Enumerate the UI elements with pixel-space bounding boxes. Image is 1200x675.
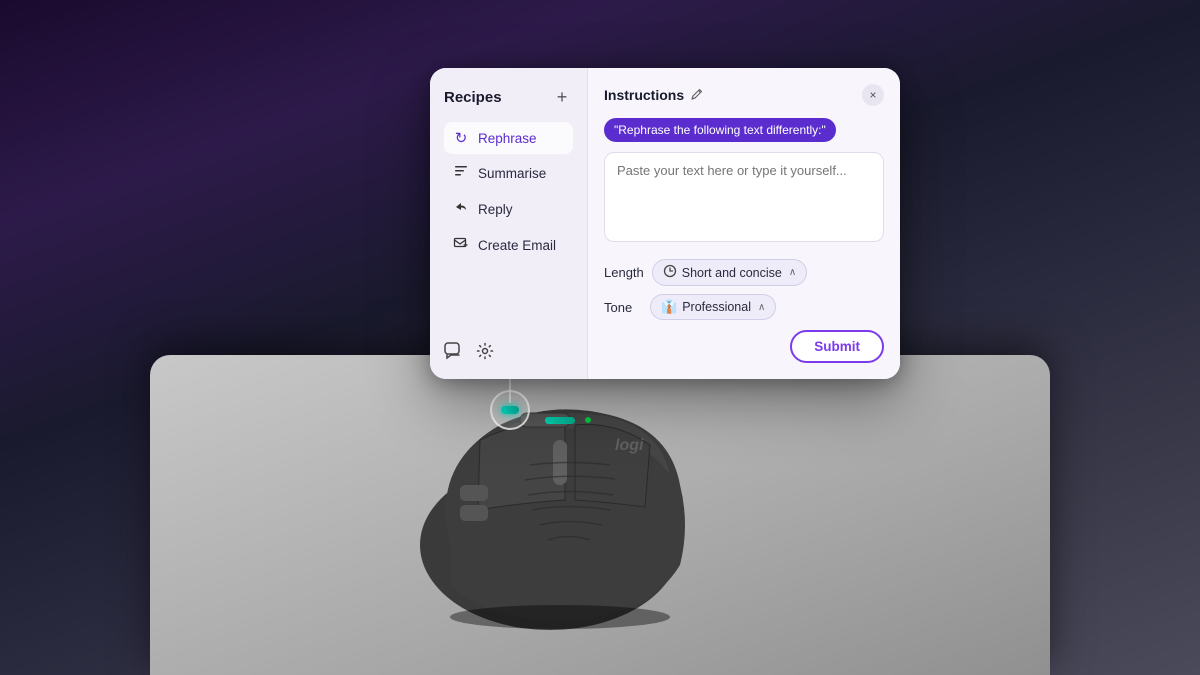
svg-text:logi: logi [615, 437, 644, 454]
connector-circle [490, 390, 530, 430]
reply-icon [452, 199, 470, 219]
instructions-title: Instructions [604, 87, 684, 103]
recipe-label-reply: Reply [478, 202, 513, 217]
recipes-header: Recipes + [444, 86, 573, 108]
recipe-label-rephrase: Rephrase [478, 131, 537, 146]
length-chevron: ∧ [789, 267, 796, 278]
instructions-title-row: Instructions [604, 87, 704, 104]
chat-icon[interactable] [444, 342, 464, 365]
recipes-panel: Recipes + ↻ Rephrase Summarise [430, 68, 588, 379]
prompt-badge: "Rephrase the following text differently… [604, 118, 836, 142]
instructions-header: Instructions × [604, 84, 884, 106]
create-email-icon [452, 235, 470, 255]
settings-icon[interactable] [476, 342, 494, 365]
recipes-title: Recipes [444, 89, 502, 106]
length-select[interactable]: Short and concise ∧ [652, 259, 807, 286]
add-recipe-button[interactable]: + [551, 86, 573, 108]
recipe-label-create-email: Create Email [478, 238, 556, 253]
close-button[interactable]: × [862, 84, 884, 106]
popup-panel: Recipes + ↻ Rephrase Summarise [430, 68, 900, 379]
tone-label: Tone [604, 300, 642, 315]
recipe-label-summarise: Summarise [478, 166, 546, 181]
recipe-item-rephrase[interactable]: ↻ Rephrase [444, 122, 573, 154]
tone-option-row: Tone 👔 Professional ∧ [604, 294, 884, 320]
length-label: Length [604, 265, 644, 280]
close-icon: × [869, 88, 876, 102]
submit-label: Submit [814, 339, 860, 354]
instructions-panel: Instructions × "Rephrase the following t… [588, 68, 900, 379]
rephrase-icon: ↻ [452, 129, 470, 147]
tone-chevron: ∧ [758, 302, 765, 313]
recipes-footer [444, 342, 494, 365]
length-option-row: Length Short and concise ∧ [604, 259, 884, 286]
recipe-item-summarise[interactable]: Summarise [444, 156, 573, 190]
recipe-item-reply[interactable]: Reply [444, 192, 573, 226]
submit-row: Submit [604, 330, 884, 363]
edit-icon[interactable] [690, 87, 704, 104]
connector-led [501, 406, 519, 414]
length-value: Short and concise [682, 266, 782, 280]
tone-icon: 👔 [661, 299, 677, 315]
mouse-image: logi [370, 345, 770, 645]
recipe-item-create-email[interactable]: Create Email [444, 228, 573, 262]
length-icon [663, 264, 677, 281]
submit-button[interactable]: Submit [790, 330, 884, 363]
tone-value: Professional [682, 300, 751, 314]
summarise-icon [452, 163, 470, 183]
text-input[interactable] [604, 152, 884, 242]
tone-select[interactable]: 👔 Professional ∧ [650, 294, 776, 320]
